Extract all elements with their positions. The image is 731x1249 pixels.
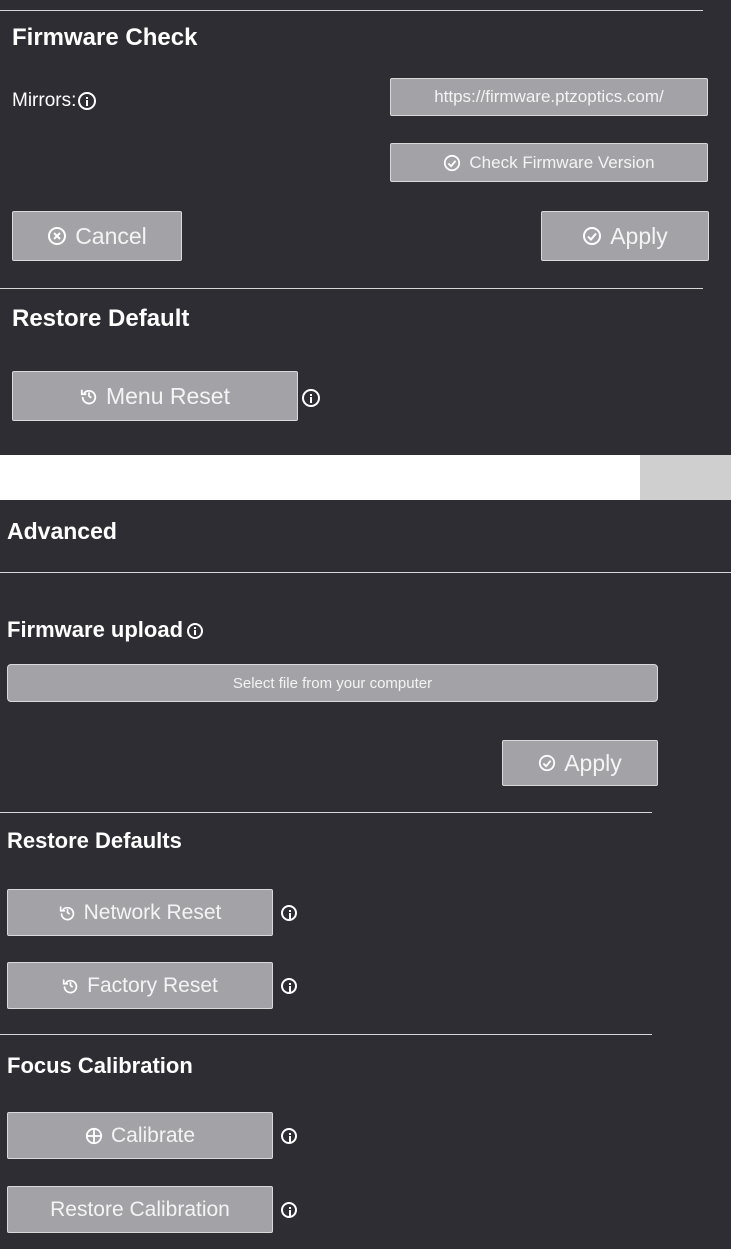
check-circle-icon [444,154,461,171]
section-divider [0,288,703,289]
section-divider [0,812,652,813]
advanced-panel: Advanced Firmware upload Select file fro… [0,500,731,1249]
advanced-divider [0,572,731,573]
top-divider [0,10,703,11]
menu-reset-button[interactable]: Menu Reset [12,371,298,421]
check-circle-icon [583,227,602,245]
restore-default-title: Restore Default [12,305,190,332]
mirror-url-select[interactable]: https://firmware.ptzoptics.com/ [390,78,708,116]
advanced-title: Advanced [7,518,117,544]
restore-calibration-label: Restore Calibration [50,1197,230,1221]
mirrors-info-icon[interactable] [78,91,97,110]
calibrate-info-icon[interactable] [281,1128,297,1144]
menu-reset-label: Menu Reset [105,382,230,409]
page-gap [0,455,731,500]
factory-reset-info-icon[interactable] [281,978,297,994]
upload-apply-button[interactable]: Apply [502,740,658,786]
firmware-upload-title-text: Firmware upload [7,617,184,642]
cancel-circle-icon [48,227,67,245]
mirrors-label: Mirrors: [12,90,97,112]
restore-calibration-button[interactable]: Restore Calibration [7,1186,273,1233]
mirrors-label-text: Mirrors: [12,90,77,111]
restore-calibration-info-icon[interactable] [281,1202,297,1218]
select-file-label: Select file from your computer [232,674,433,692]
focus-calibration-title: Focus Calibration [7,1053,193,1078]
factory-reset-button[interactable]: Factory Reset [7,962,273,1009]
check-firmware-version-label: Check Firmware Version [469,152,655,172]
menu-reset-info-icon[interactable] [302,389,320,407]
factory-reset-label: Factory Reset [87,973,218,997]
network-reset-button[interactable]: Network Reset [7,889,273,936]
mirror-url-value: https://firmware.ptzoptics.com/ [434,87,664,106]
cancel-button-label: Cancel [75,222,147,249]
upload-apply-label: Apply [564,749,622,776]
network-reset-label: Network Reset [83,900,222,924]
reset-icon [62,979,78,994]
firmware-upload-info-icon[interactable] [187,623,204,640]
calibrate-label: Calibrate [110,1123,196,1147]
cancel-button[interactable]: Cancel [12,211,182,261]
select-file-button[interactable]: Select file from your computer [7,664,658,702]
firmware-check-panel: Firmware Check Mirrors: https://firmware… [0,0,731,455]
section-divider [0,1034,652,1035]
crosshair-circle-icon [85,1127,103,1144]
reset-icon [59,906,74,921]
apply-button[interactable]: Apply [541,211,709,261]
network-reset-info-icon[interactable] [281,905,297,921]
firmware-upload-title: Firmware upload [7,617,204,643]
check-firmware-version-button[interactable]: Check Firmware Version [390,143,708,182]
check-circle-icon [539,754,556,772]
calibrate-button[interactable]: Calibrate [7,1112,273,1159]
apply-button-label: Apply [610,222,668,249]
scrollbar-track[interactable] [640,455,731,500]
firmware-check-title: Firmware Check [12,24,198,51]
restore-defaults-title: Restore Defaults [7,828,182,853]
reset-icon [80,389,97,405]
